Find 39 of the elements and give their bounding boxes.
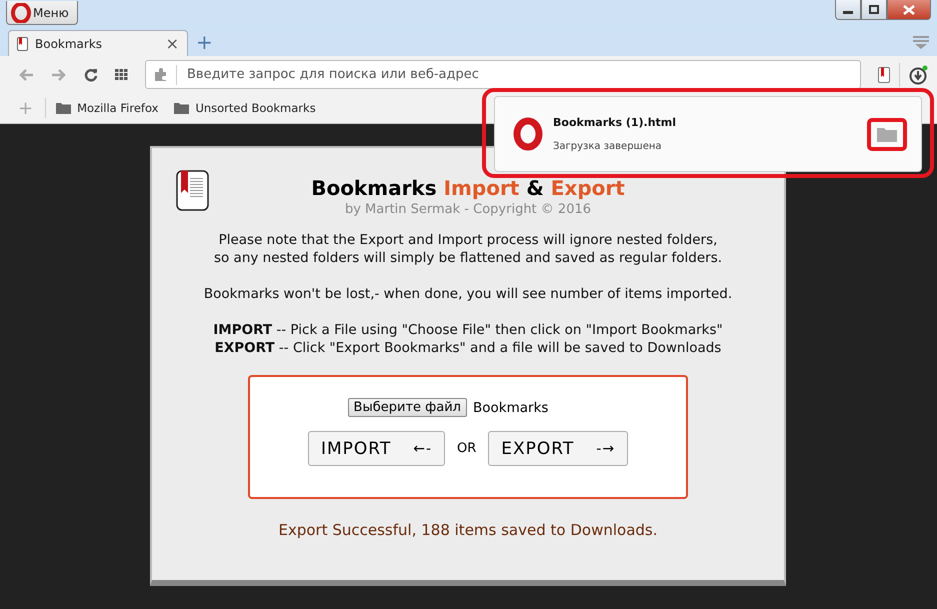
close-icon xyxy=(903,4,915,14)
speed-dial-grid-icon[interactable] xyxy=(115,69,128,80)
instruction-line: EXPORT -- Click "Export Bookmarks" and a file will be saved to Downloads xyxy=(214,339,722,357)
menu-button[interactable]: Меню xyxy=(6,1,78,25)
choose-file-button[interactable]: Выберите файл xyxy=(348,398,467,417)
download-status: Загрузка завершена xyxy=(553,141,663,152)
folder-icon xyxy=(174,102,190,114)
byline: by Martin Sermak - Copyright © 2016 xyxy=(344,202,592,217)
status-message: Export Successful, 188 items saved to Downloads. xyxy=(278,521,658,539)
close-button[interactable] xyxy=(887,0,931,20)
maximize-icon xyxy=(869,5,879,14)
bookmark-page-icon xyxy=(17,36,28,50)
or-label: OR xyxy=(457,441,476,456)
file-name: Bookmarks xyxy=(473,400,548,416)
download-icon[interactable] xyxy=(909,64,929,84)
export-button[interactable]: EXPORT -→ xyxy=(488,431,628,466)
opera-logo-icon xyxy=(513,117,543,151)
folder-icon xyxy=(877,126,897,142)
browser-tab[interactable]: Bookmarks × xyxy=(8,30,188,56)
folder-icon xyxy=(56,102,72,114)
instruction-line: IMPORT -- Pick a File using "Choose File" then click on "Import Bookmarks" xyxy=(213,321,723,339)
open-folder-button[interactable] xyxy=(867,118,907,150)
note-paragraph: Please note that the Export and Import process will ignore nested folders, so any nested folders will simply be flattened and saved as regular folders. xyxy=(214,231,722,267)
tab-title: Bookmarks xyxy=(35,36,104,50)
bookmark-folder[interactable]: Unsorted Bookmarks xyxy=(174,101,316,115)
maximize-button[interactable] xyxy=(861,0,887,20)
opera-logo-icon xyxy=(11,2,31,22)
bookmark-folder[interactable]: Mozilla Firefox xyxy=(56,101,158,115)
reload-icon[interactable] xyxy=(84,68,98,82)
note-paragraph: Bookmarks won't be lost,- when done, you will see number of items imported. xyxy=(204,285,732,303)
import-button[interactable]: IMPORT ←- xyxy=(308,431,446,466)
puzzle-icon xyxy=(154,68,168,82)
download-filename: Bookmarks (1).html xyxy=(553,116,676,129)
tab-close-button[interactable]: × xyxy=(166,34,179,53)
address-field[interactable]: Введите запрос для поиска или веб-адрес xyxy=(145,60,861,89)
bookmark-book-icon xyxy=(176,170,209,211)
page-title: Bookmarks Import & Export xyxy=(311,176,625,200)
minimize-button[interactable] xyxy=(835,0,861,20)
bookmark-page-icon[interactable] xyxy=(878,66,890,82)
